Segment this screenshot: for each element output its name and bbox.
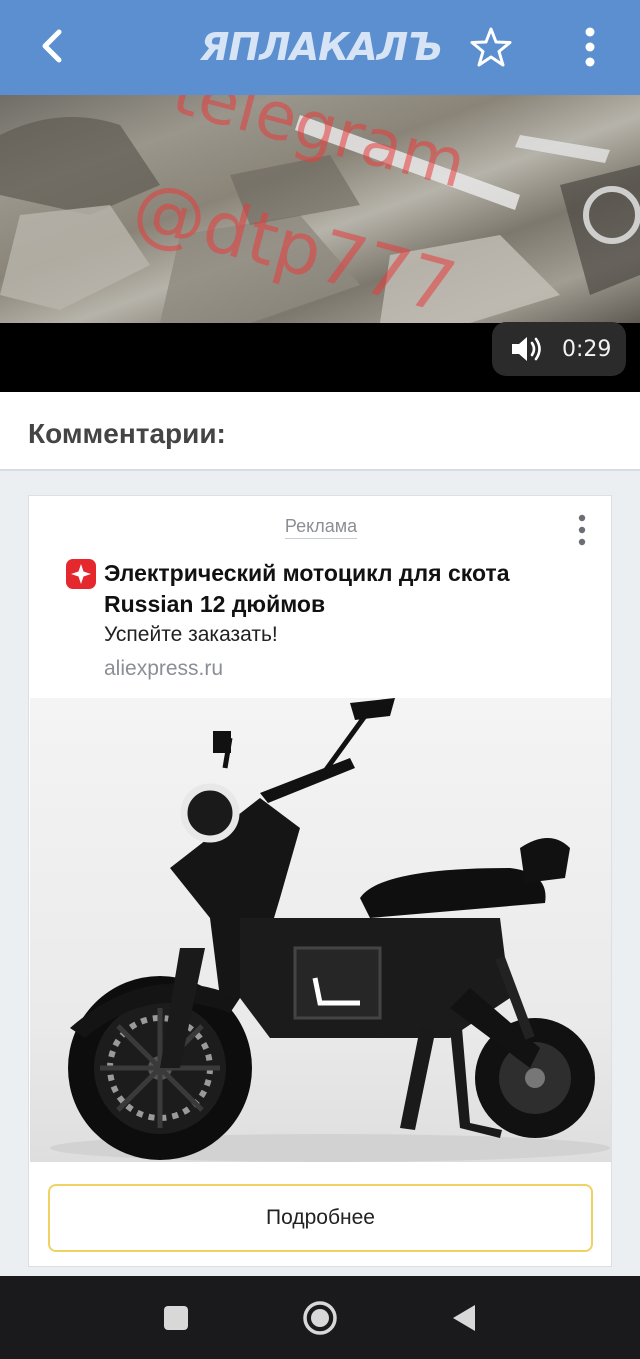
arrow-back-icon bbox=[42, 29, 62, 63]
video-player[interactable]: telegram @dtp777 0:29 bbox=[0, 95, 640, 392]
app-bar: ЯПЛАКАЛЪ bbox=[0, 0, 640, 95]
aliexpress-icon bbox=[66, 559, 96, 589]
video-duration-chip[interactable]: 0:29 bbox=[492, 322, 626, 376]
video-duration: 0:29 bbox=[562, 336, 612, 362]
recents-button[interactable] bbox=[154, 1296, 198, 1340]
ad-more-button[interactable]: Подробнее bbox=[48, 1184, 593, 1252]
overflow-menu-button[interactable] bbox=[566, 22, 614, 72]
site-logo[interactable]: ЯПЛАКАЛЪ bbox=[196, 22, 446, 72]
star-outline-icon bbox=[470, 27, 512, 67]
comments-title: Комментарии: bbox=[28, 418, 226, 449]
ad-menu-button[interactable] bbox=[567, 512, 597, 548]
scooter-image bbox=[50, 698, 610, 1162]
video-frame: telegram @dtp777 bbox=[0, 95, 640, 323]
comments-header: Комментарии: bbox=[0, 392, 640, 471]
more-vertical-icon bbox=[578, 514, 586, 546]
ad-subtitle: Успейте заказать! bbox=[104, 623, 278, 646]
ad-label: Реклама bbox=[29, 516, 613, 539]
system-nav-bar bbox=[0, 1276, 640, 1359]
back-button[interactable] bbox=[28, 22, 76, 70]
volume-icon bbox=[512, 337, 541, 361]
system-back-button[interactable] bbox=[442, 1296, 486, 1340]
ad-card[interactable]: Реклама Электрический мотоцикл для скота… bbox=[28, 495, 612, 1267]
square-icon bbox=[164, 1306, 188, 1330]
ad-domain: aliexpress.ru bbox=[104, 657, 224, 680]
favorite-button[interactable] bbox=[466, 22, 516, 72]
ad-product-image[interactable] bbox=[30, 698, 611, 1162]
circle-icon bbox=[303, 1301, 337, 1335]
more-vertical-icon bbox=[585, 27, 595, 67]
ad-headline[interactable]: Электрический мотоцикл для скота Russian… bbox=[104, 558, 584, 620]
triangle-back-icon bbox=[453, 1305, 475, 1331]
home-button[interactable] bbox=[298, 1296, 342, 1340]
